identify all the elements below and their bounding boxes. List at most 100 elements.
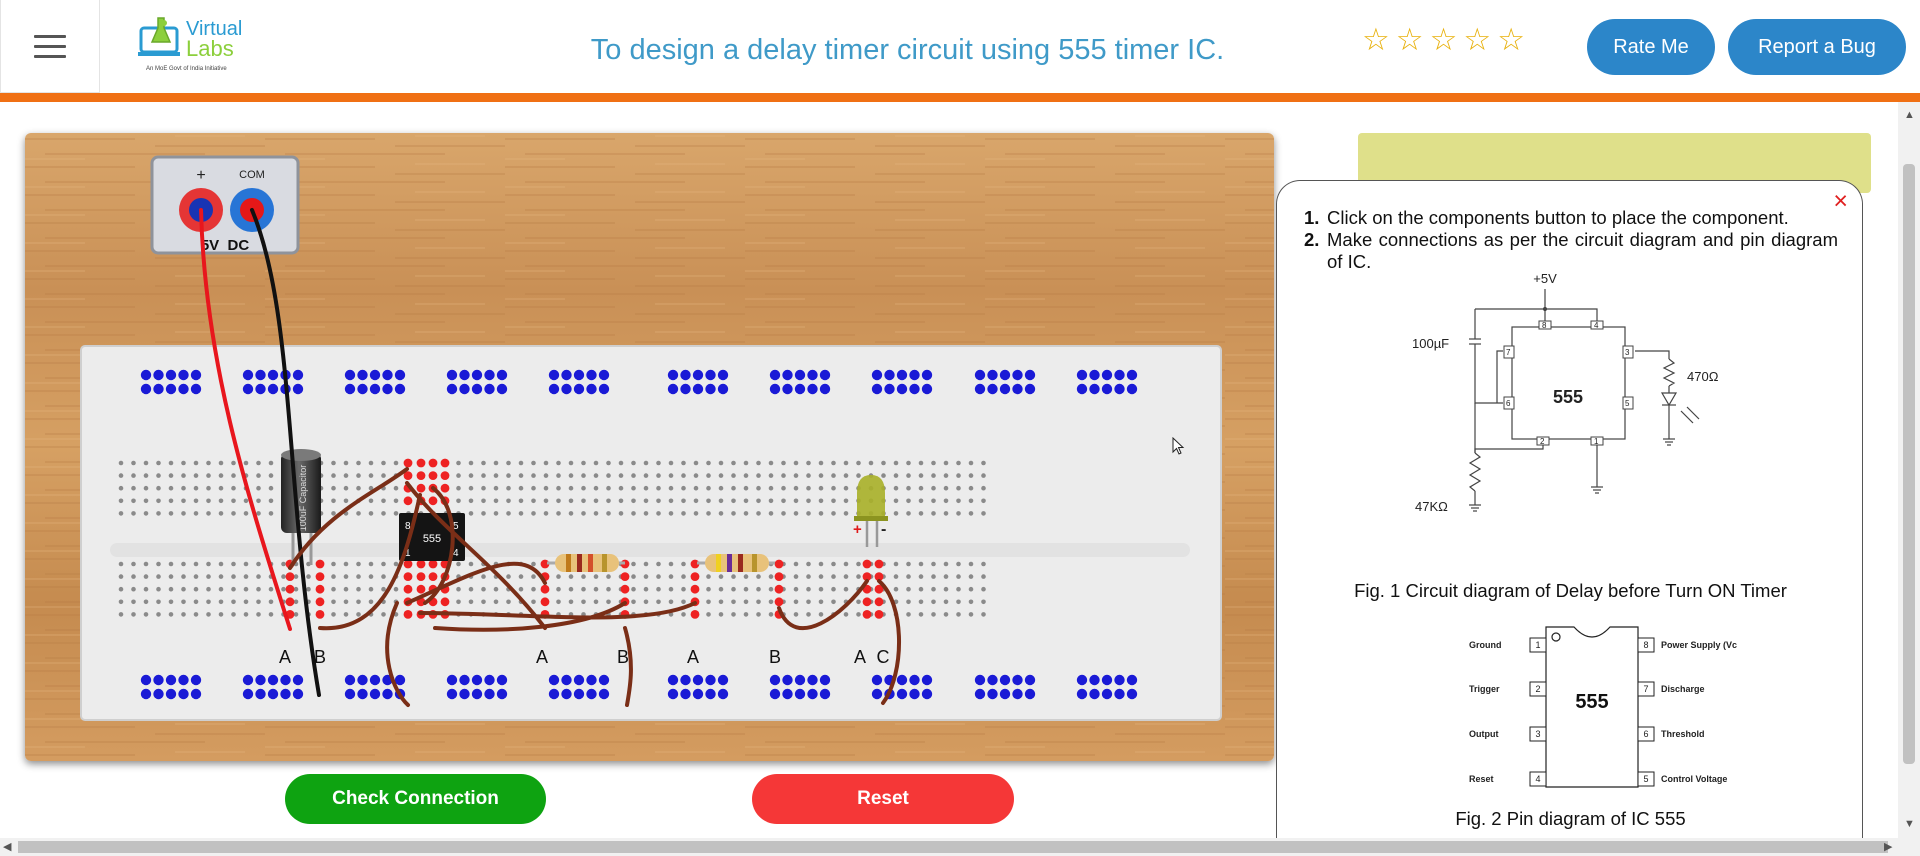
- breadboard-hole[interactable]: [606, 574, 611, 579]
- breadboard-hole[interactable]: [1101, 369, 1113, 381]
- breadboard-hole[interactable]: [506, 511, 511, 516]
- breadboard-hole[interactable]: [181, 574, 186, 579]
- breadboard-hole[interactable]: [706, 599, 711, 605]
- breadboard-hole[interactable]: [680, 369, 691, 381]
- breadboard-hole[interactable]: [918, 473, 924, 478]
- breadboard-hole[interactable]: [668, 460, 674, 466]
- breadboard-hole[interactable]: [456, 473, 461, 478]
- breadboard-hole[interactable]: [143, 473, 149, 478]
- breadboard-hole[interactable]: [268, 511, 274, 516]
- breadboard-hole[interactable]: [667, 674, 679, 686]
- star-icon[interactable]: ☆: [1463, 24, 1491, 56]
- breadboard-hole[interactable]: [131, 498, 136, 504]
- breadboard-hole[interactable]: [556, 498, 561, 504]
- breadboard-hole[interactable]: [368, 511, 374, 516]
- breadboard-hole[interactable]: [943, 485, 949, 491]
- breadboard-hole[interactable]: [506, 574, 511, 579]
- breadboard-hole[interactable]: [242, 383, 254, 395]
- breadboard-hole[interactable]: [968, 561, 974, 567]
- breadboard-hole[interactable]: [1089, 688, 1100, 700]
- breadboard-hole[interactable]: [643, 473, 649, 478]
- breadboard-hole[interactable]: [593, 511, 599, 516]
- breadboard-hole[interactable]: [573, 688, 585, 700]
- breadboard-hole[interactable]: [819, 369, 831, 381]
- breadboard-hole[interactable]: [782, 674, 793, 686]
- breadboard-hole[interactable]: [756, 473, 761, 478]
- breadboard-hole[interactable]: [153, 369, 164, 381]
- breadboard-hole[interactable]: [343, 498, 349, 504]
- breadboard-hole[interactable]: [793, 586, 799, 592]
- breadboard-hole[interactable]: [918, 511, 924, 516]
- breadboard-hole[interactable]: [943, 498, 949, 504]
- breadboard-hole[interactable]: [356, 485, 361, 491]
- breadboard-hole[interactable]: [393, 586, 399, 592]
- breadboard-hole[interactable]: [831, 511, 836, 516]
- breadboard-hole[interactable]: [668, 574, 674, 579]
- breadboard-hole[interactable]: [403, 572, 413, 581]
- breadboard-hole[interactable]: [481, 511, 486, 516]
- breadboard-hole[interactable]: [806, 561, 811, 567]
- breadboard-hole[interactable]: [531, 460, 536, 466]
- breadboard-hole[interactable]: [631, 599, 636, 605]
- breadboard-hole[interactable]: [843, 586, 849, 592]
- breadboard-hole[interactable]: [706, 473, 711, 478]
- breadboard-hole[interactable]: [731, 511, 736, 516]
- breadboard-hole[interactable]: [706, 460, 711, 466]
- breadboard-hole[interactable]: [862, 610, 872, 619]
- breadboard-hole[interactable]: [680, 688, 691, 700]
- breadboard-hole[interactable]: [956, 511, 961, 516]
- breadboard-hole[interactable]: [918, 612, 924, 617]
- breadboard-hole[interactable]: [706, 511, 711, 516]
- breadboard-hole[interactable]: [681, 473, 686, 478]
- breadboard-hole[interactable]: [416, 483, 426, 493]
- breadboard-hole[interactable]: [218, 612, 224, 617]
- breadboard-hole[interactable]: [256, 460, 261, 466]
- breadboard-hole[interactable]: [717, 674, 729, 686]
- breadboard-hole[interactable]: [394, 369, 406, 381]
- breadboard-hole[interactable]: [843, 561, 849, 567]
- breadboard-hole[interactable]: [416, 584, 426, 594]
- breadboard-hole[interactable]: [843, 460, 849, 466]
- breadboard-hole[interactable]: [706, 586, 711, 592]
- breadboard-hole[interactable]: [681, 574, 686, 579]
- breadboard-hole[interactable]: [884, 383, 895, 395]
- breadboard-hole[interactable]: [769, 369, 781, 381]
- breadboard-hole[interactable]: [381, 586, 386, 592]
- breadboard-hole[interactable]: [459, 688, 470, 700]
- breadboard-hole[interactable]: [168, 612, 174, 617]
- breadboard-hole[interactable]: [918, 485, 924, 491]
- breadboard-hole[interactable]: [131, 473, 136, 478]
- breadboard-hole[interactable]: [267, 688, 279, 700]
- breadboard-hole[interactable]: [440, 471, 450, 480]
- breadboard-hole[interactable]: [165, 369, 177, 381]
- breadboard-hole[interactable]: [456, 561, 461, 567]
- breadboard-hole[interactable]: [931, 511, 936, 516]
- breadboard-hole[interactable]: [667, 383, 679, 395]
- breadboard-hole[interactable]: [218, 473, 224, 478]
- breadboard-hole[interactable]: [831, 485, 836, 491]
- breadboard-hole[interactable]: [493, 460, 499, 466]
- breadboard-hole[interactable]: [856, 473, 861, 478]
- breadboard-hole[interactable]: [756, 511, 761, 516]
- breadboard-hole[interactable]: [1012, 369, 1023, 381]
- breadboard-hole[interactable]: [140, 674, 152, 686]
- breadboard-hole[interactable]: [268, 473, 274, 478]
- star-icon[interactable]: ☆: [1497, 24, 1525, 56]
- breadboard-hole[interactable]: [843, 511, 849, 516]
- breadboard-hole[interactable]: [440, 458, 450, 468]
- breadboard-hole[interactable]: [143, 460, 149, 466]
- breadboard-hole[interactable]: [718, 599, 724, 605]
- breadboard-hole[interactable]: [806, 485, 811, 491]
- breadboard-hole[interactable]: [481, 586, 486, 592]
- breadboard-hole[interactable]: [531, 473, 536, 478]
- breadboard-hole[interactable]: [974, 369, 986, 381]
- breadboard-hole[interactable]: [256, 599, 261, 605]
- breadboard-hole[interactable]: [556, 485, 561, 491]
- breadboard-hole[interactable]: [906, 511, 911, 516]
- breadboard-hole[interactable]: [331, 599, 336, 605]
- breadboard-hole[interactable]: [843, 498, 849, 504]
- breadboard-hole[interactable]: [843, 574, 849, 579]
- breadboard-hole[interactable]: [999, 674, 1011, 686]
- breadboard-hole[interactable]: [331, 473, 336, 478]
- breadboard-hole[interactable]: [153, 674, 164, 686]
